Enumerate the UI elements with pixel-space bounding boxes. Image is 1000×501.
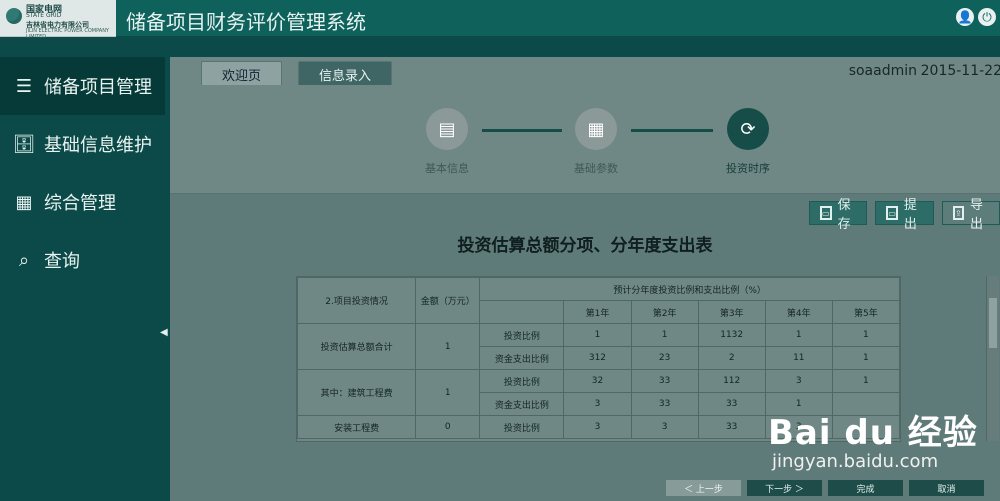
sidebar-item-query[interactable]: ⌕ 查询 <box>0 231 165 289</box>
top-right-icons: 👤 ⏻ <box>956 8 996 26</box>
table-cell-kind: 投资比例 <box>479 369 565 393</box>
sidebar-item-label: 基础信息维护 <box>44 135 152 156</box>
sidebar-item-label: 查询 <box>44 251 80 272</box>
table-cell-value[interactable]: 1 <box>630 323 699 347</box>
submit-button[interactable]: ▭ 提出 <box>875 198 934 232</box>
table-cell-value[interactable]: 112 <box>697 369 766 393</box>
tab-bar: 欢迎页 信息录入 soaadmin 2015-11-22 <box>170 57 1000 86</box>
table-cell-value[interactable]: 1 <box>563 323 632 347</box>
tab-info-entry[interactable]: 信息录入 <box>298 61 393 86</box>
previous-step-button[interactable]: ＜ 上一步 <box>666 480 741 496</box>
export-button[interactable]: ⇪ 导出 <box>941 198 1000 232</box>
table-cell-label: 安装工程费 <box>297 415 417 439</box>
table-cell-kind: 资金支出比例 <box>479 392 565 416</box>
table-cell-value[interactable]: 1 <box>831 369 900 393</box>
table-cell-value[interactable]: 312 <box>563 346 632 370</box>
investment-timing-step-icon: ⟳ <box>727 108 769 150</box>
table-cell-value[interactable]: 33 <box>697 415 766 439</box>
logo-subtitle: STATE GRID <box>26 12 62 19</box>
table-cell-value[interactable]: 3 <box>563 392 632 416</box>
table-cell-value[interactable]: 11 <box>764 346 833 370</box>
save-button[interactable]: ▭ 保存 <box>809 198 868 232</box>
collapse-arrow-icon[interactable]: ◀ <box>160 327 170 341</box>
base-params-step-icon: ▦ <box>575 108 617 150</box>
baidu-watermark: Bai du 经验 jingyan.baidu.com <box>768 393 978 483</box>
table-cell-value[interactable]: 1 <box>831 346 900 370</box>
grid-icon: ▦ <box>15 191 33 213</box>
table-cell-value[interactable]: 2 <box>697 346 766 370</box>
table-header-row: 2.项目投资情况 金额（万元） 预计分年度投资比例和支出比例（%） <box>297 277 900 324</box>
globe-icon <box>6 8 22 24</box>
table-cell-value[interactable]: 33 <box>630 369 699 393</box>
scroll-thumb[interactable] <box>989 298 997 348</box>
table-cell-value[interactable]: 3 <box>764 369 833 393</box>
save-label: 保存 <box>837 198 851 232</box>
database-icon: 🗄 <box>12 133 36 155</box>
table-cell-amount[interactable]: 1 <box>415 323 481 370</box>
sidebar-item-reserve-projects[interactable]: ☰ 储备项目管理 <box>0 57 165 115</box>
table-header-year: 第2年 <box>630 300 699 324</box>
sidebar-item-label: 综合管理 <box>44 193 116 214</box>
table-cell-kind: 投资比例 <box>479 323 565 347</box>
save-icon: ▭ <box>820 206 832 220</box>
app-header: 国家电网 STATE GRID 吉林省电力有限公司 JILIN ELECTRIC… <box>0 0 1000 40</box>
table-cell-value[interactable]: 23 <box>630 346 699 370</box>
table-cell-label: 其中：建筑工程费 <box>297 369 417 416</box>
current-date: 2015-11-22 <box>920 63 1000 79</box>
wizard-steps: ▤ ▦ ⟳ 基本信息 基础参数 投资时序 <box>170 85 1000 194</box>
export-icon: ⇪ <box>952 206 964 220</box>
table-cell-amount[interactable]: 1 <box>415 369 481 416</box>
sidebar-item-basic-info[interactable]: 🗄 基础信息维护 <box>0 115 165 173</box>
export-label: 导出 <box>969 198 983 232</box>
table-scrollbar[interactable] <box>986 276 999 441</box>
page-title: 投资估算总额分项、分年度支出表 <box>457 236 713 256</box>
sidebar-item-label: 储备项目管理 <box>44 77 152 98</box>
user-name: soaadmin <box>848 63 917 79</box>
watermark-url: jingyan.baidu.com <box>772 451 939 472</box>
basic-info-step-icon: ▤ <box>426 108 468 150</box>
search-icon: ⌕ <box>18 249 30 271</box>
table-row: 其中：建筑工程费 1 投资比例 32 33 112 3 1 <box>297 369 900 416</box>
app-title: 储备项目财务评价管理系统 <box>126 10 366 34</box>
step-label-investment-timing: 投资时序 <box>726 162 770 175</box>
table-header-year: 第4年 <box>764 300 833 324</box>
table-header-amount: 金额（万元） <box>415 277 481 324</box>
list-icon: ☰ <box>15 75 33 97</box>
table-header-year: 第5年 <box>831 300 900 324</box>
step-label-base-params: 基础参数 <box>574 162 618 175</box>
watermark-text: Bai du 经验 <box>768 413 978 453</box>
company-logo: 国家电网 STATE GRID 吉林省电力有限公司 JILIN ELECTRIC… <box>0 0 116 40</box>
table-cell-kind: 资金支出比例 <box>479 346 565 370</box>
sidebar: ☰ 储备项目管理 🗄 基础信息维护 ▦ 综合管理 ⌕ 查询 ◀ <box>0 57 168 501</box>
step-label-basic-info: 基本信息 <box>425 162 469 175</box>
table-row: 投资估算总额合计 1 投资比例 1 1 1132 1 1 <box>297 323 900 370</box>
tab-welcome[interactable]: 欢迎页 <box>201 61 283 86</box>
submit-icon: ▭ <box>886 206 898 220</box>
sidebar-item-comprehensive[interactable]: ▦ 综合管理 <box>0 173 165 231</box>
table-cell-value[interactable]: 1132 <box>697 323 766 347</box>
table-header-blank <box>479 300 565 324</box>
action-buttons: ▭ 保存 ▭ 提出 ⇪ 导出 <box>809 198 1000 232</box>
table-cell-value[interactable]: 33 <box>697 392 766 416</box>
table-cell-value[interactable]: 1 <box>764 323 833 347</box>
table-cell-value[interactable]: 33 <box>630 392 699 416</box>
table-cell-value[interactable]: 1 <box>831 323 900 347</box>
table-cell-amount[interactable]: 0 <box>415 415 481 439</box>
table-cell-value[interactable]: 32 <box>563 369 632 393</box>
logo-company-en: JILIN ELECTRIC POWER COMPANY LIMITED <box>26 28 109 40</box>
table-cell-value[interactable]: 3 <box>563 415 632 439</box>
table-header-year: 第1年 <box>563 300 632 324</box>
power-icon[interactable]: ⏻ <box>978 8 996 26</box>
table-header-year: 第3年 <box>697 300 766 324</box>
table-cell-label: 投资估算总额合计 <box>297 323 417 370</box>
table-header-project: 2.项目投资情况 <box>297 277 417 324</box>
table-header-group: 预计分年度投资比例和支出比例（%） <box>479 277 900 301</box>
submit-label: 提出 <box>903 198 917 232</box>
step-connector <box>482 129 562 132</box>
table-cell-kind: 投资比例 <box>479 415 565 439</box>
table-cell-value[interactable]: 3 <box>630 415 699 439</box>
step-connector <box>631 129 713 132</box>
user-icon[interactable]: 👤 <box>956 8 974 26</box>
